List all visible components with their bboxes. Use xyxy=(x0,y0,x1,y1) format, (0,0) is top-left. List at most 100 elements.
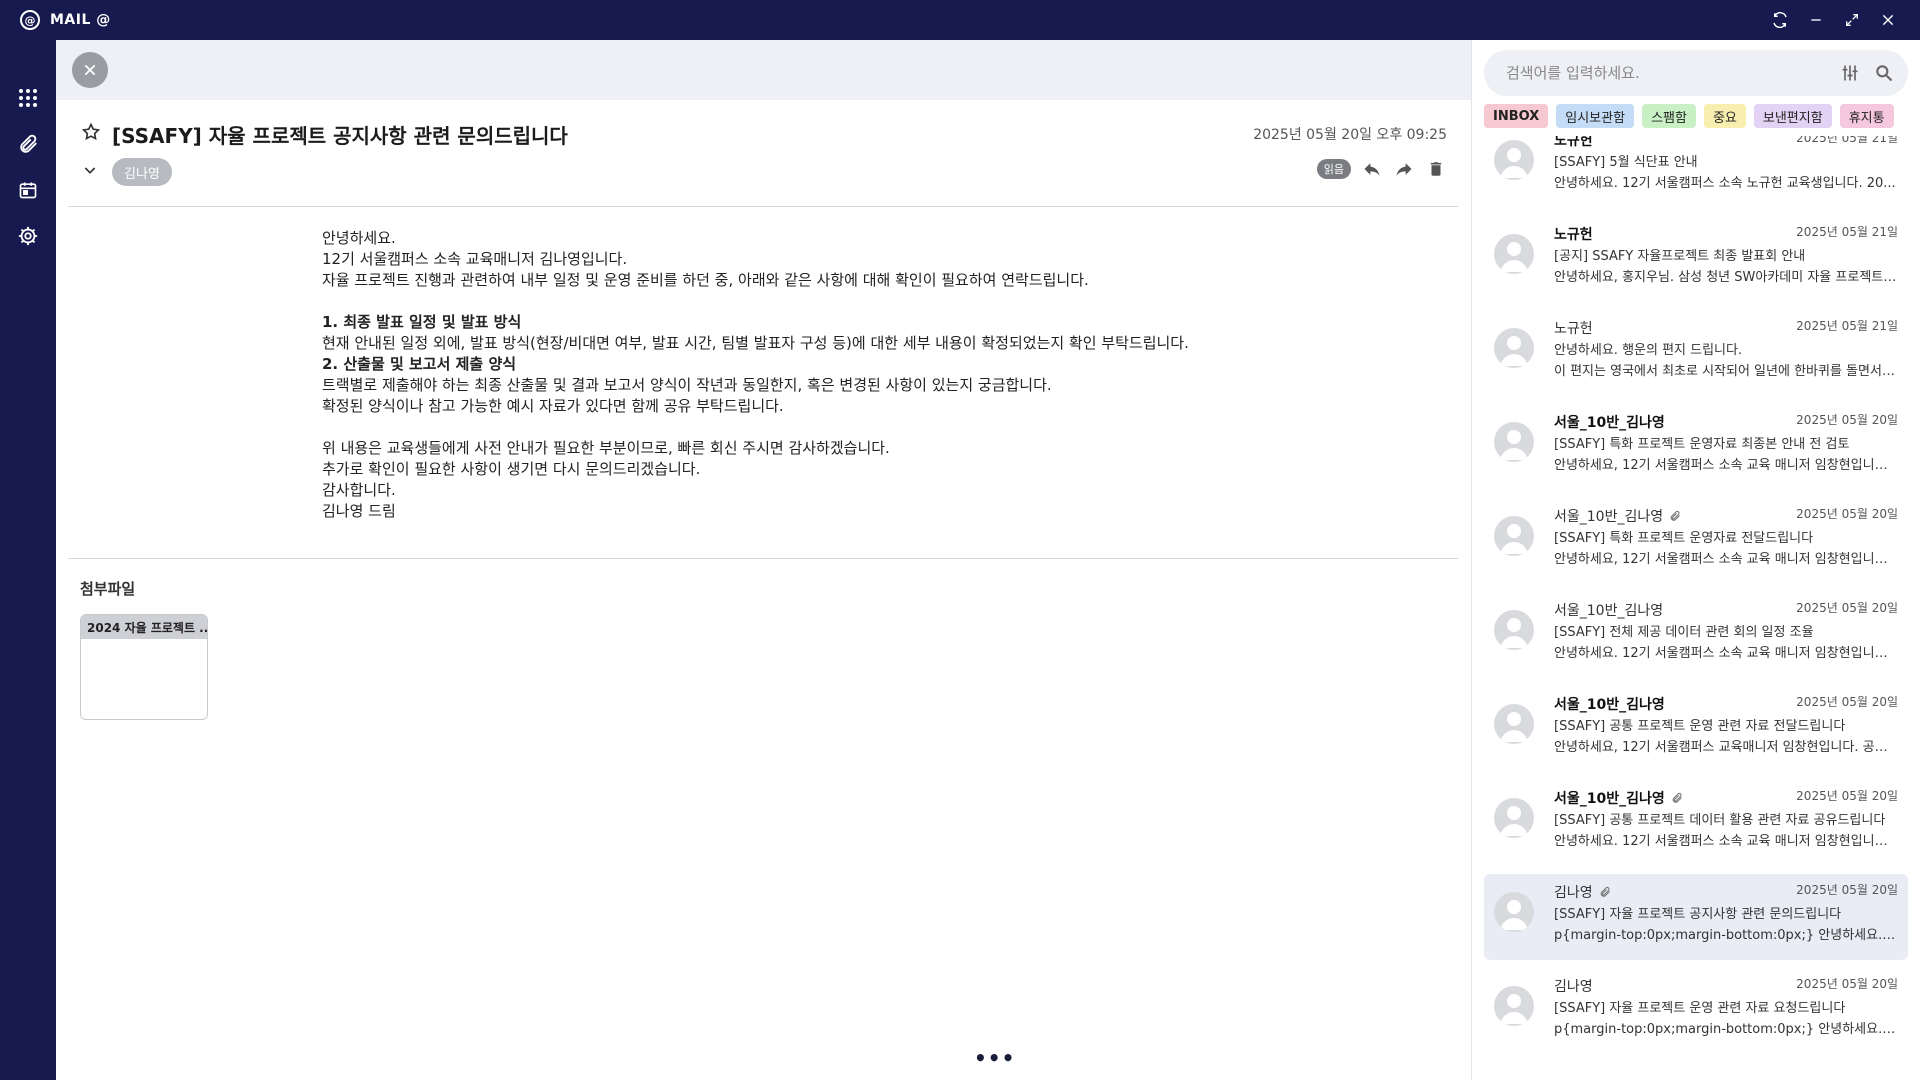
mail-list-item[interactable]: 노규헌 2025년 05월 21일 [공지] SSAFY 자율프로젝트 최종 발표회… xyxy=(1484,216,1908,302)
folder-tab[interactable]: 보낸편지함 xyxy=(1753,104,1832,128)
mail-list-item[interactable]: 서울_10반_김나영 2025년 05월 20일 [SSAFY] 전체 제공 데이터… xyxy=(1484,592,1908,678)
settings-gear-icon[interactable] xyxy=(8,216,48,256)
avatar-icon xyxy=(1494,986,1534,1026)
avatar-icon xyxy=(1494,422,1534,462)
mail-item-date: 2025년 05월 20일 xyxy=(1796,601,1898,615)
mail-item-sender: 서울_10반_김나영 xyxy=(1554,415,1665,431)
mail-item-subject: [SSAFY] 자율 프로젝트 운영 관련 자료 요청드립니다 xyxy=(1554,1001,1846,1016)
close-mail-button[interactable] xyxy=(72,52,108,88)
body-line xyxy=(322,291,1189,312)
trash-icon[interactable] xyxy=(1425,158,1447,180)
mail-item-sender: 김나영 xyxy=(1554,885,1593,901)
mail-item-sender: 서울_10반_김나영 xyxy=(1554,603,1664,619)
title-bar: @ MAIL @ xyxy=(0,0,1920,40)
mail-list-item[interactable]: 노규헌 2025년 05월 21일 안녕하세요. 행운의 편지 드립니다. 이 편지는… xyxy=(1484,310,1908,396)
mail-item-date: 2025년 05월 20일 xyxy=(1796,413,1898,427)
body-heading: 2. 산출물 및 보고서 제출 양식 xyxy=(322,355,517,373)
mail-item-sender-row: 서울_10반_김나영 xyxy=(1554,506,1681,526)
mail-item-preview: 안녕하세요, 홍지우님. 삼성 청년 SW아카데미 자율 프로젝트 ... xyxy=(1554,270,1898,285)
search-icon[interactable] xyxy=(1874,63,1894,87)
mail-item-sender: 노규헌 xyxy=(1554,321,1593,337)
mail-list-item[interactable]: 김나영 2025년 05월 20일 [SSAFY] 자율 프로젝트 운영 관련 자료… xyxy=(1484,968,1908,1054)
body-line: 안녕하세요. xyxy=(322,229,396,247)
header-divider xyxy=(68,206,1458,207)
mail-item-preview: 안녕하세요. 12기 서울캠퍼스 소속 교육 매니저 임창현입니다... xyxy=(1554,646,1898,661)
apps-grid-icon[interactable] xyxy=(8,78,48,118)
attachment-filename: 2024 자율 프로젝트 ... xyxy=(81,615,207,639)
body-line xyxy=(322,417,1189,438)
mail-item-preview: 안녕하세요. 12기 서울캠퍼스 소속 교육 매니저 임창현입니다... xyxy=(1554,834,1898,849)
mail-item-subject: [SSAFY] 특화 프로젝트 운영자료 최종본 안내 전 검토 xyxy=(1554,437,1850,452)
body-line: 감사합니다. xyxy=(322,481,396,499)
body-line: 김나영 드림 xyxy=(322,502,396,520)
mail-list-item[interactable]: 서울_10반_김나영 2025년 05월 20일 [SSAFY] 공통 프로젝트 운… xyxy=(1484,686,1908,772)
mail-item-date: 2025년 05월 20일 xyxy=(1796,977,1898,991)
mail-item-subject: 안녕하세요. 행운의 편지 드립니다. xyxy=(1554,343,1743,358)
mail-item-sender-row: 노규헌 xyxy=(1554,318,1593,338)
avatar-icon xyxy=(1494,798,1534,838)
mail-list-item[interactable]: 서울_10반_김나영 2025년 05월 20일 [SSAFY] 공통 프로젝트 데… xyxy=(1484,780,1908,866)
body-divider xyxy=(68,558,1458,559)
mail-item-sender: 노규헌 xyxy=(1554,136,1593,149)
mail-item-subject: [SSAFY] 5월 식단표 안내 xyxy=(1554,155,1698,170)
folder-tab[interactable]: 중요 xyxy=(1703,104,1746,128)
more-options-button[interactable]: ••• xyxy=(974,1046,1015,1070)
mail-list-item[interactable]: 서울_10반_김나영 2025년 05월 20일 [SSAFY] 특화 프로젝트 운… xyxy=(1484,498,1908,584)
mail-item-preview: 안녕하세요, 12기 서울캠퍼스 소속 교육 매니저 임창현입니다... xyxy=(1554,458,1898,473)
body-line: 추가로 확인이 필요한 사항이 생기면 다시 문의드리겠습니다. xyxy=(322,460,701,478)
mail-list-item[interactable]: 서울_10반_김나영 2025년 05월 20일 [SSAFY] 특화 프로젝트 운… xyxy=(1484,404,1908,490)
minimize-icon[interactable] xyxy=(1798,0,1834,40)
avatar-icon xyxy=(1494,892,1534,932)
window-controls xyxy=(1762,0,1906,40)
mail-item-sender-row: 노규헌 xyxy=(1554,224,1593,244)
app-title: MAIL @ xyxy=(50,12,111,28)
mail-list-item[interactable]: 김나영 2025년 05월 20일 [SSAFY] 자율 프로젝트 공지사항 관련 … xyxy=(1484,874,1908,960)
mail-list-panel: INBOX 임시보관함 스팸함 중요 보낸편지함 휴지통 노규헌 2025년 05월 21일… xyxy=(1472,40,1920,1080)
reply-icon[interactable] xyxy=(1361,158,1383,180)
folder-tab[interactable]: 임시보관함 xyxy=(1556,104,1635,128)
mail-item-subject: [공지] SSAFY 자율프로젝트 최종 발표회 안내 xyxy=(1554,249,1806,264)
folder-tab[interactable]: 휴지통 xyxy=(1839,104,1894,128)
mail-item-sender-row: 노규헌 xyxy=(1554,136,1593,150)
calendar-icon[interactable] xyxy=(8,170,48,210)
body-line: 현재 안내된 일정 외에, 발표 방식(현장/비대면 여부, 발표 시간, 팀별… xyxy=(322,334,1189,352)
mail-item-preview: 안녕하세요, 12기 서울캠퍼스 소속 교육 매니저 임창현입니다... xyxy=(1554,552,1898,567)
forward-icon[interactable] xyxy=(1393,158,1415,180)
attachment-card[interactable]: 2024 자율 프로젝트 ... xyxy=(80,614,208,720)
avatar-icon xyxy=(1494,704,1534,744)
folder-tab[interactable]: INBOX xyxy=(1484,104,1549,128)
close-window-icon[interactable] xyxy=(1870,0,1906,40)
mail-item-sender: 서울_10반_김나영 xyxy=(1554,509,1664,525)
sidebar xyxy=(0,40,56,1080)
search-box xyxy=(1484,50,1908,96)
avatar-icon xyxy=(1494,234,1534,274)
body-line: 12기 서울캠퍼스 소속 교육매니저 김나영입니다. xyxy=(322,250,628,268)
paperclip-icon xyxy=(1599,885,1611,899)
mail-item-sender-row: 김나영 xyxy=(1554,976,1593,996)
mail-header: [SSAFY] 자율 프로젝트 공지사항 관련 문의드립니다 2025년 05월… xyxy=(56,100,1471,205)
mail-list-item[interactable]: 노규헌 2025년 05월 21일 [SSAFY] 5월 식단표 안내 안녕하세요. … xyxy=(1484,136,1908,208)
refresh-icon[interactable] xyxy=(1762,0,1798,40)
read-status-badge: 읽음 xyxy=(1316,159,1351,179)
folder-tab[interactable]: 스팸함 xyxy=(1642,104,1696,128)
mail-item-sender: 김나영 xyxy=(1554,979,1593,995)
chevron-down-icon[interactable] xyxy=(82,162,98,182)
mail-body: 안녕하세요. 12기 서울캠퍼스 소속 교육매니저 김나영입니다. 자율 프로젝… xyxy=(322,228,1189,522)
sender-chip[interactable]: 김나영 xyxy=(112,158,172,186)
mail-item-date: 2025년 05월 20일 xyxy=(1796,883,1898,897)
mail-item-sender-row: 서울_10반_김나영 xyxy=(1554,412,1665,432)
attachments-label: 첨부파일 xyxy=(80,580,136,598)
mail-item-subject: [SSAFY] 전체 제공 데이터 관련 회의 일정 조율 xyxy=(1554,625,1814,640)
mail-reader: [SSAFY] 자율 프로젝트 공지사항 관련 문의드립니다 2025년 05월… xyxy=(56,40,1472,1080)
attachment-icon[interactable] xyxy=(8,124,48,164)
avatar-icon xyxy=(1494,140,1534,180)
search-input[interactable] xyxy=(1506,64,1806,82)
mail-item-subject: [SSAFY] 특화 프로젝트 운영자료 전달드립니다 xyxy=(1554,531,1814,546)
maximize-icon[interactable] xyxy=(1834,0,1870,40)
mail-item-date: 2025년 05월 20일 xyxy=(1796,507,1898,521)
mail-item-sender: 서울_10반_김나영 xyxy=(1554,697,1665,713)
star-icon[interactable] xyxy=(81,122,101,146)
filter-sliders-icon[interactable] xyxy=(1840,63,1860,87)
body-heading: 1. 최종 발표 일정 및 발표 방식 xyxy=(322,313,522,331)
folder-tabs: INBOX 임시보관함 스팸함 중요 보낸편지함 휴지통 xyxy=(1484,104,1920,130)
